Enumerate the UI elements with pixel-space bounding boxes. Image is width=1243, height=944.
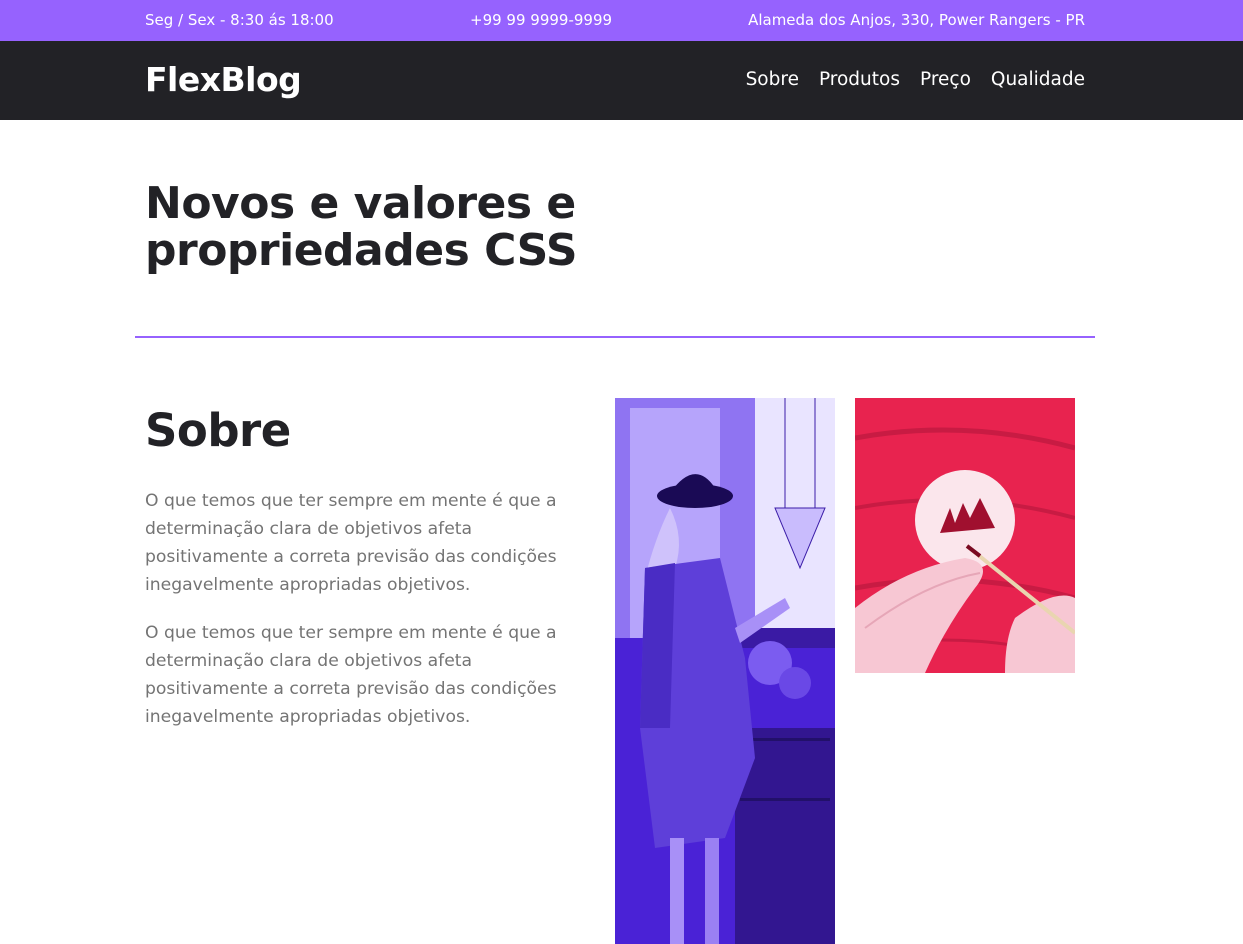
top-info-bar: Seg / Sex - 8:30 ás 18:00 +99 99 9999-99…	[0, 0, 1243, 41]
address: Alameda dos Anjos, 330, Power Rangers - …	[748, 11, 1085, 29]
hands-painting-photo	[855, 398, 1075, 673]
logo[interactable]: FlexBlog	[145, 60, 302, 99]
about-paragraph-2: O que temos que ter sempre em mente é qu…	[145, 623, 557, 727]
nav-link-produtos[interactable]: Produtos	[819, 69, 900, 90]
about-heading: Sobre	[145, 404, 291, 457]
page-title: Novos e valores e propriedades CSS	[145, 178, 578, 276]
main-nav: Sobre Produtos Preço Qualidade	[746, 69, 1085, 90]
header: FlexBlog Sobre Produtos Preço Qualidade	[0, 41, 1243, 120]
phone-number: +99 99 9999-9999	[470, 11, 613, 29]
section-divider	[135, 336, 1095, 338]
nav-link-sobre[interactable]: Sobre	[746, 69, 799, 90]
nav-link-preco[interactable]: Preço	[920, 69, 971, 90]
about-paragraph-1: O que temos que ter sempre em mente é qu…	[145, 491, 557, 595]
business-hours: Seg / Sex - 8:30 ás 18:00	[145, 11, 334, 29]
nav-link-qualidade[interactable]: Qualidade	[991, 69, 1085, 90]
woman-with-hat-photo	[615, 398, 835, 944]
